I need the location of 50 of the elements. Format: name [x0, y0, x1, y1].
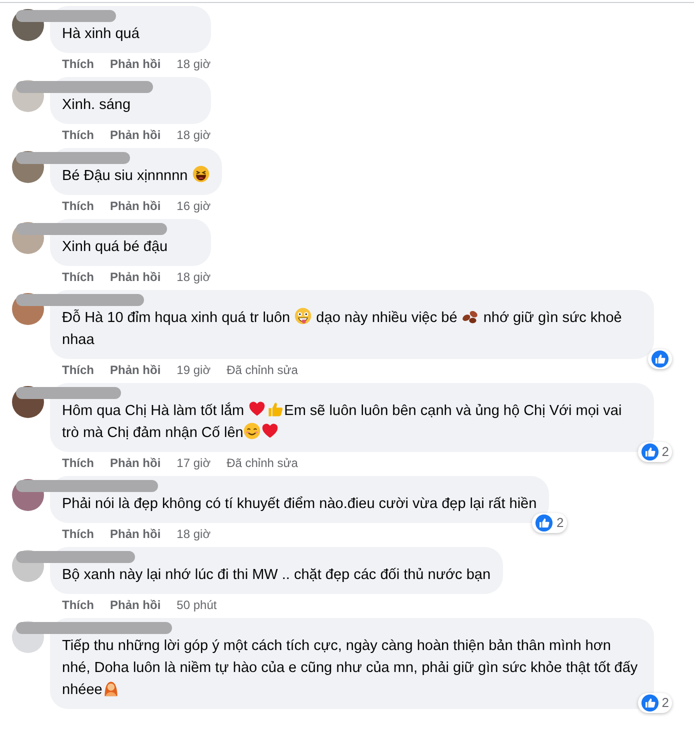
- action-link[interactable]: Phản hồi: [110, 56, 161, 74]
- comment-text: Hôm qua Chị Hà làm tốt lắm Em sẽ luôn luôn bên cạnh và ủng hộ Chị Với mọi vai trò mà Chị đảm nhận Cố lên: [62, 400, 642, 444]
- timestamp[interactable]: 18 giờ: [176, 269, 211, 287]
- timestamp[interactable]: 19 giờ: [176, 362, 211, 380]
- action-link[interactable]: Thích: [62, 455, 94, 473]
- reaction-count[interactable]: 2: [638, 693, 672, 713]
- comment-text: Tiếp thu những lời góp ý một cách tích cực, ngày càng hoàn thiện bản thân mình hơn nhé, Doha luôn là niềm tự hào của e cũng như của mn, phải giữ gìn sức khỏe thật tốt đấy nhéee: [62, 637, 639, 700]
- comment-text: Đỗ Hà 10 đỉm hqua xinh quá tr luôn dạo này nhiều việc bé nhớ giữ gìn sức khoẻ nhaa: [62, 307, 642, 351]
- timestamp[interactable]: 16 giờ: [176, 198, 211, 216]
- like-icon: [651, 350, 669, 368]
- laughing-emoji-icon: [192, 165, 210, 183]
- action-link[interactable]: Phản hồi: [110, 455, 161, 473]
- like-icon: [640, 443, 659, 461]
- smiling-emoji-icon: [243, 422, 262, 440]
- action-link[interactable]: Thích: [62, 198, 94, 216]
- reaction-count[interactable]: 2: [532, 513, 567, 533]
- timestamp[interactable]: 17 giờ: [176, 455, 211, 473]
- action-link[interactable]: Thích: [62, 526, 94, 544]
- action-link[interactable]: Thích: [62, 56, 94, 74]
- thumbs-up-icon: [266, 400, 284, 418]
- edited-label: Đã chỉnh sửa: [226, 455, 298, 472]
- comment-text: Hà xinh quá: [62, 25, 140, 44]
- action-link[interactable]: Phản hồi: [110, 526, 161, 544]
- heart-icon: [261, 422, 280, 440]
- winking-tongue-emoji-icon: [294, 307, 312, 325]
- timestamp[interactable]: 18 giờ: [176, 526, 211, 544]
- like-icon: [640, 694, 659, 712]
- person-emoji-icon: [102, 679, 120, 697]
- action-link[interactable]: Phản hồi: [110, 127, 161, 145]
- comment-text: Xinh. sáng: [62, 96, 132, 115]
- action-link[interactable]: Thích: [62, 362, 94, 380]
- like-icon: [535, 514, 554, 532]
- action-link[interactable]: Phản hồi: [110, 597, 161, 615]
- timestamp[interactable]: 18 giờ: [176, 56, 211, 74]
- action-link[interactable]: Phản hồi: [110, 269, 161, 287]
- comment-text: Bé Đậu siu xịnnnnn: [62, 165, 210, 187]
- edited-label: Đã chỉnh sửa: [226, 362, 298, 379]
- action-link[interactable]: Thích: [62, 597, 94, 615]
- timestamp[interactable]: 18 giờ: [176, 127, 211, 145]
- action-link[interactable]: Thích: [62, 269, 94, 287]
- heart-icon: [248, 400, 266, 418]
- comment-text: Xinh quá bé đậu: [62, 238, 169, 257]
- comment-text: Bộ xanh này lại nhớ lúc đi thi MW .. chặt đẹp các đối thủ nước bạn: [62, 566, 491, 585]
- action-link[interactable]: Thích: [62, 127, 94, 145]
- comment-text: Phải nói là đẹp không có tí khuyết điểm nào.đieu cười vừa đẹp lại rất hiền: [62, 495, 537, 514]
- action-link[interactable]: Phản hồi: [110, 362, 161, 380]
- reaction-count[interactable]: 2: [638, 442, 672, 462]
- timestamp[interactable]: 50 phút: [176, 597, 217, 615]
- reaction-count[interactable]: [648, 349, 672, 369]
- action-link[interactable]: Phản hồi: [110, 198, 161, 216]
